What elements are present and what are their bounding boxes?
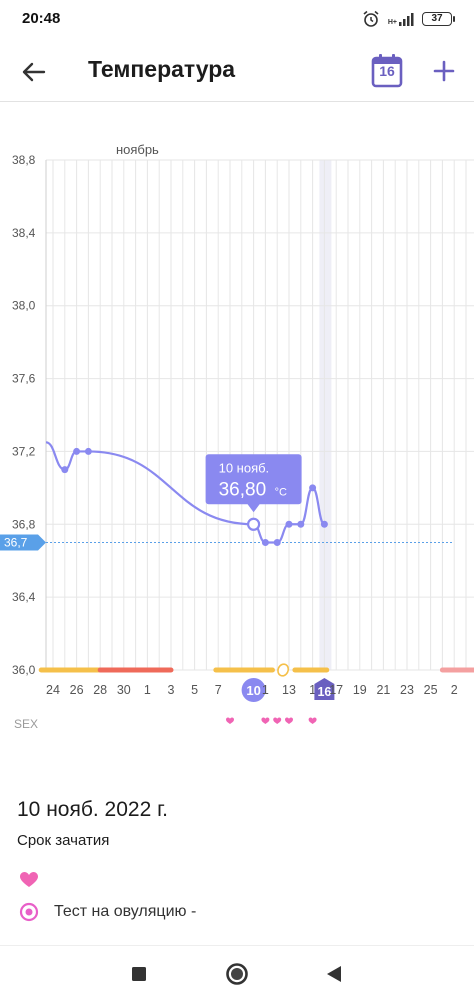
home-button[interactable] bbox=[223, 960, 251, 988]
heart-icon bbox=[20, 872, 38, 887]
sex-heart-icon bbox=[285, 717, 293, 724]
status-bar: 20:48 H+ 37 bbox=[0, 0, 474, 38]
coverline-label: 36,7 bbox=[4, 536, 28, 550]
add-button[interactable] bbox=[428, 52, 460, 90]
circle-icon bbox=[226, 963, 248, 985]
screen: 20:48 H+ 37 Температура 16 38,8 38,4 38,… bbox=[0, 0, 474, 1000]
sex-heart-icon bbox=[308, 717, 317, 724]
temperature-chart-svg: 38,8 38,4 38,0 37,6 37,2 36,8 36,4 36,0 ноябрь 36… bbox=[0, 142, 474, 730]
x-tick-label: 26 bbox=[70, 683, 84, 697]
data-point bbox=[309, 484, 317, 492]
data-point bbox=[285, 520, 293, 528]
detail-phase: Срок зачатия bbox=[17, 832, 110, 849]
signal-icon: H+ bbox=[388, 12, 414, 26]
x-tick-label: 25 bbox=[424, 683, 438, 697]
calendar-button[interactable]: 16 bbox=[370, 52, 404, 90]
selected-point bbox=[247, 517, 261, 531]
status-time: 20:48 bbox=[22, 10, 61, 27]
x-tick-label: 28 bbox=[93, 683, 107, 697]
sex-heart-icon bbox=[261, 717, 270, 724]
y-tick-label: 38,0 bbox=[12, 299, 36, 313]
y-tick-label: 36,0 bbox=[12, 663, 36, 677]
ovulation-marker bbox=[277, 663, 290, 677]
page-title: Температура bbox=[88, 56, 236, 82]
back-nav-button[interactable] bbox=[320, 960, 348, 988]
recents-button[interactable] bbox=[125, 960, 153, 988]
detail-date: 10 нояб. 2022 г. bbox=[17, 798, 169, 821]
y-tick-label: 38,4 bbox=[12, 226, 36, 240]
back-button[interactable] bbox=[14, 52, 54, 92]
signal-label: H+ bbox=[387, 19, 397, 26]
x-tick-label: 2 bbox=[451, 683, 458, 697]
x-tick-label-selected: 10 bbox=[246, 683, 260, 698]
x-tick-label: 5 bbox=[191, 683, 198, 697]
data-point bbox=[297, 520, 305, 528]
x-tick-label: 1 bbox=[262, 683, 269, 697]
y-tick-label: 36,8 bbox=[12, 517, 36, 531]
status-icons: H+ 37 bbox=[362, 10, 455, 28]
today-column bbox=[319, 160, 332, 670]
x-tick-label: 17 bbox=[329, 683, 343, 697]
month-label: ноябрь bbox=[116, 142, 159, 157]
data-point bbox=[73, 447, 81, 455]
data-point bbox=[273, 539, 281, 546]
square-icon bbox=[132, 967, 146, 981]
x-tick-label: 23 bbox=[400, 683, 414, 697]
data-point bbox=[61, 466, 69, 474]
data-point bbox=[320, 520, 328, 528]
sex-heart-icon bbox=[273, 717, 282, 724]
data-point bbox=[84, 447, 92, 455]
x-tick-label: 30 bbox=[117, 683, 131, 697]
sex-heart-icon bbox=[226, 717, 234, 724]
ovulation-test-icon bbox=[19, 902, 39, 922]
y-tick-label: 37,2 bbox=[12, 444, 36, 458]
temperature-chart[interactable]: 38,8 38,4 38,0 37,6 37,2 36,8 36,4 36,0 ноябрь 36… bbox=[0, 130, 474, 730]
x-tick-label: 19 bbox=[353, 683, 367, 697]
tooltip-unit: °C bbox=[275, 486, 287, 498]
data-point bbox=[261, 539, 269, 546]
plus-icon bbox=[433, 60, 455, 82]
alarm-icon bbox=[363, 10, 379, 27]
x-tick-label: 24 bbox=[46, 683, 60, 697]
ovulation-test-row[interactable]: Тест на овуляцию - bbox=[18, 900, 196, 924]
system-nav-bar bbox=[0, 945, 474, 1000]
x-tick-label: 7 bbox=[215, 683, 222, 697]
tooltip-value: 36,80 bbox=[219, 479, 267, 500]
y-tick-label: 37,6 bbox=[12, 372, 36, 386]
ovulation-test-label: Тест на овуляцию - bbox=[54, 903, 197, 920]
y-tick-label: 36,4 bbox=[12, 590, 36, 604]
sex-row-label: SEX bbox=[14, 717, 38, 730]
arrow-left-icon bbox=[22, 62, 46, 82]
triangle-left-icon bbox=[327, 966, 341, 982]
y-tick-label: 38,8 bbox=[12, 153, 36, 167]
app-bar: Температура 16 bbox=[0, 40, 474, 102]
calendar-day: 16 bbox=[379, 63, 395, 79]
tooltip-date: 10 нояб. bbox=[219, 460, 270, 475]
x-tick-label: 1 bbox=[144, 683, 151, 697]
x-tick-label: 13 bbox=[282, 683, 296, 697]
x-tick-label: 3 bbox=[168, 683, 175, 697]
battery-icon: 37 bbox=[422, 12, 455, 26]
x-tick-label: 21 bbox=[376, 683, 390, 697]
